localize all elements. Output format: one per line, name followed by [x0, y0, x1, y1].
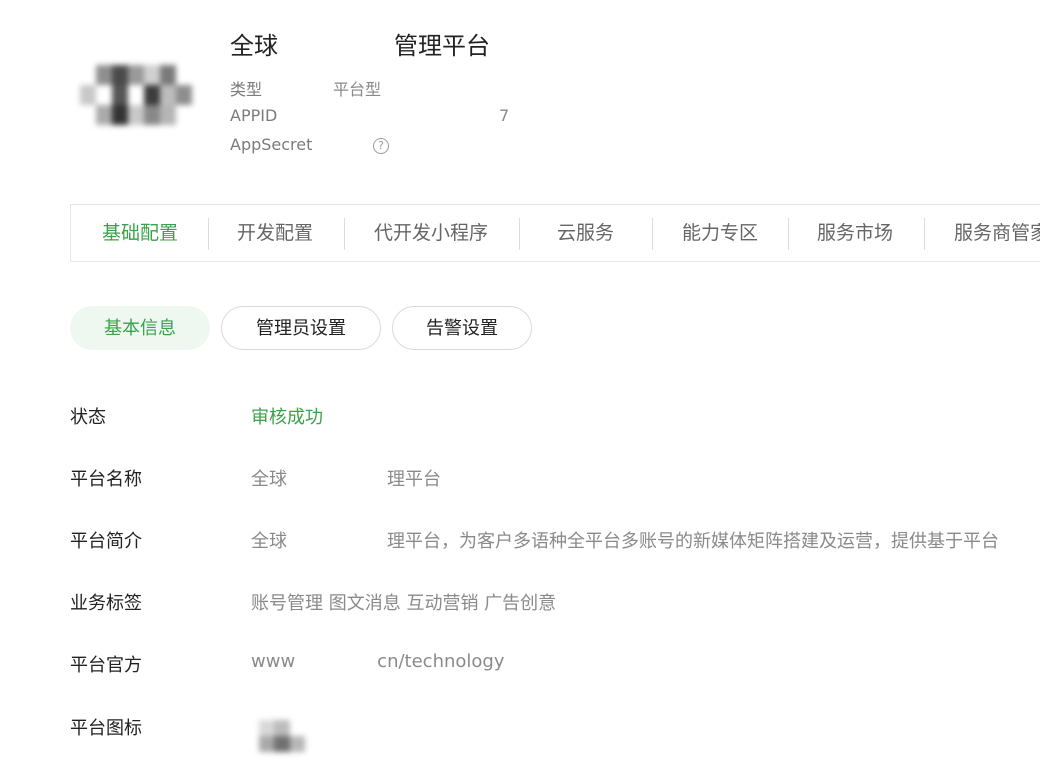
type-row: 类型 平台型: [230, 76, 381, 100]
tab-dev-config[interactable]: 开发配置: [237, 205, 313, 261]
official-site-value[interactable]: www cn/technology: [251, 651, 505, 672]
appsecret-value: ?: [333, 135, 389, 155]
intro-start: 全球: [251, 531, 287, 552]
redacted-name: [287, 465, 387, 495]
appsecret-label: AppSecret: [230, 135, 313, 154]
appid-row: APPID 7: [230, 106, 509, 125]
tab-divider: [344, 218, 345, 250]
name-end: 理平台: [387, 469, 441, 490]
subtab-alert-settings[interactable]: 告警设置: [392, 306, 532, 350]
type-value: 平台型: [333, 80, 382, 99]
site-start: www: [251, 651, 296, 672]
tab-service-market[interactable]: 服务市场: [817, 205, 893, 261]
config-tabs: 基础配置 开发配置 代开发小程序 云服务 能力专区 服务市场 服务商管家: [70, 204, 1040, 262]
redacted-appsecret: [333, 137, 371, 155]
page-title: 全球 管理平台: [230, 26, 490, 62]
platform-intro-value: 全球 理平台，为客户多语种全平台多账号的新媒体矩阵搭建及运营，提供基于平台: [251, 527, 999, 553]
tab-cloud-service[interactable]: 云服务: [557, 205, 614, 261]
name-start: 全球: [251, 469, 287, 490]
tab-divider: [788, 218, 789, 250]
redacted-intro: [287, 527, 387, 557]
business-tags-label: 业务标签: [70, 593, 142, 614]
redacted-title: [278, 32, 394, 62]
tab-divider: [519, 218, 520, 250]
status-value: 审核成功: [251, 407, 323, 428]
tab-provider-butler[interactable]: 服务商管家: [954, 205, 1040, 261]
title-end: 管理平台: [394, 32, 490, 60]
type-label: 类型: [230, 80, 263, 99]
official-site-label: 平台官方: [70, 655, 142, 676]
platform-logo: [80, 65, 192, 125]
tab-miniprogram-dev[interactable]: 代开发小程序: [374, 205, 488, 261]
platform-icon-image: [259, 720, 305, 752]
subtab-basic-info[interactable]: 基本信息: [70, 306, 210, 350]
platform-intro-label: 平台简介: [70, 531, 142, 552]
redacted-appid: [333, 107, 499, 127]
site-end: cn/technology: [377, 651, 505, 672]
tab-divider: [924, 218, 925, 250]
tab-divider: [208, 218, 209, 250]
tab-divider: [652, 218, 653, 250]
tab-capabilities[interactable]: 能力专区: [682, 205, 758, 261]
subtab-admin-settings[interactable]: 管理员设置: [221, 306, 381, 350]
redacted-site: [295, 647, 377, 677]
business-tags-value: 账号管理 图文消息 互动营销 广告创意: [251, 593, 557, 614]
appid-tail: 7: [499, 106, 510, 125]
appid-value: 7: [333, 106, 509, 127]
status-label: 状态: [70, 407, 106, 428]
platform-name-value: 全球 理平台: [251, 465, 441, 491]
help-icon[interactable]: ?: [373, 137, 389, 154]
title-start: 全球: [230, 32, 278, 60]
intro-end: 理平台，为客户多语种全平台多账号的新媒体矩阵搭建及运营，提供基于平台: [387, 531, 999, 552]
appid-label: APPID: [230, 106, 278, 125]
appsecret-row: AppSecret ?: [230, 135, 389, 154]
platform-icon-label: 平台图标: [70, 718, 142, 739]
tab-basic-config[interactable]: 基础配置: [102, 205, 178, 261]
platform-name-label: 平台名称: [70, 469, 142, 490]
